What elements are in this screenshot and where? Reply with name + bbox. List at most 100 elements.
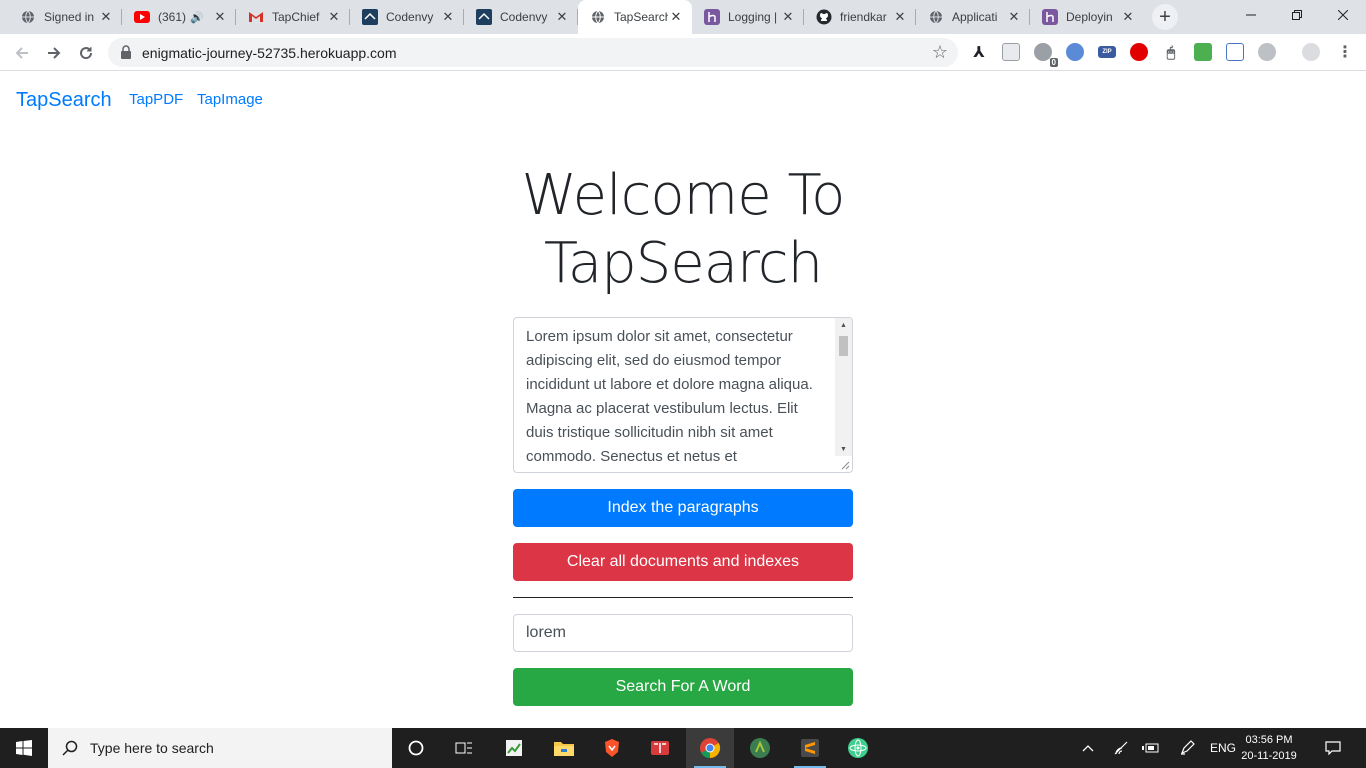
tab-codenvy-2[interactable]: Codenvy ✕ bbox=[464, 0, 578, 34]
tab-github[interactable]: friendkar ✕ bbox=[804, 0, 916, 34]
search-word-button[interactable]: Search For A Word bbox=[513, 668, 853, 706]
taskbar-atom[interactable] bbox=[834, 728, 882, 768]
chart-app-icon bbox=[506, 740, 522, 756]
language-indicator[interactable]: ENG bbox=[1206, 728, 1240, 768]
taskbar-brave[interactable] bbox=[588, 728, 636, 768]
extension-compass-icon[interactable] bbox=[1258, 43, 1276, 61]
scroll-down-icon[interactable]: ▼ bbox=[835, 442, 852, 456]
extension-tray-icon[interactable] bbox=[1194, 43, 1212, 61]
taskbar-file-explorer[interactable] bbox=[540, 728, 588, 768]
scroll-up-icon[interactable]: ▲ bbox=[835, 318, 852, 332]
close-icon[interactable]: ✕ bbox=[212, 9, 228, 25]
pen-icon[interactable] bbox=[1174, 728, 1200, 768]
book-icon bbox=[651, 741, 669, 755]
restore-button[interactable] bbox=[1274, 0, 1320, 30]
profile-avatar-icon[interactable] bbox=[1302, 43, 1320, 61]
tab-logging[interactable]: Logging | ✕ bbox=[692, 0, 804, 34]
menu-dots-icon[interactable]: ⋮ bbox=[1336, 43, 1354, 61]
tab-strip: Signed in ✕ (361) 🔊 ✕ TapChief ✕ Codenvy… bbox=[0, 0, 1366, 34]
atom-icon bbox=[848, 738, 868, 758]
paragraph-text: Lorem ipsum dolor sit amet, consectetur … bbox=[526, 328, 813, 465]
page-heading: Welcome To TapSearch bbox=[521, 163, 846, 296]
heroku-icon bbox=[1042, 9, 1058, 25]
textarea-scrollbar[interactable]: ▲ ▼ bbox=[835, 318, 852, 456]
browser-toolbar: enigmatic-journey-52735.herokuapp.com ☆ … bbox=[0, 34, 1366, 71]
forward-button[interactable] bbox=[40, 39, 68, 67]
arrow-right-icon bbox=[48, 47, 61, 59]
scroll-thumb[interactable] bbox=[839, 336, 848, 356]
cortana-button[interactable] bbox=[392, 728, 440, 768]
codenvy-icon bbox=[362, 9, 378, 25]
reload-button[interactable] bbox=[72, 39, 100, 67]
extension-a-icon[interactable]: ⅄ bbox=[970, 43, 988, 61]
back-button[interactable] bbox=[8, 39, 36, 67]
search-word-input[interactable] bbox=[513, 614, 853, 652]
speaker-icon[interactable]: 🔊 bbox=[190, 11, 204, 24]
wifi-icon[interactable] bbox=[1108, 728, 1134, 768]
tab-tapsearch[interactable]: TapSearch ✕ bbox=[578, 0, 692, 34]
gmail-icon bbox=[248, 9, 264, 25]
tab-signed-in[interactable]: Signed in ✕ bbox=[8, 0, 122, 34]
clock-date: 20-11-2019 bbox=[1241, 750, 1297, 762]
taskbar-reader[interactable] bbox=[636, 728, 684, 768]
taskbar-android-studio[interactable] bbox=[736, 728, 784, 768]
battery-icon[interactable] bbox=[1138, 728, 1164, 768]
new-tab-button[interactable]: + bbox=[1152, 4, 1178, 30]
clear-all-button[interactable]: Clear all documents and indexes bbox=[513, 543, 853, 581]
brand-link[interactable]: TapSearch bbox=[16, 89, 112, 112]
tab-tapchief[interactable]: TapChief ✕ bbox=[236, 0, 350, 34]
cortana-icon bbox=[408, 740, 424, 756]
start-button[interactable] bbox=[0, 728, 48, 768]
extension-mouse-icon[interactable]: 🖱 bbox=[1162, 43, 1180, 61]
close-icon[interactable]: ✕ bbox=[554, 9, 570, 25]
extension-help-icon[interactable]: 0 bbox=[1034, 43, 1058, 67]
extension-doc-icon[interactable] bbox=[1226, 43, 1244, 61]
close-icon[interactable]: ✕ bbox=[440, 9, 456, 25]
extension-opera-icon[interactable] bbox=[1130, 43, 1148, 61]
minimize-button[interactable] bbox=[1228, 0, 1274, 30]
tab-youtube[interactable]: (361) 🔊 ✕ bbox=[122, 0, 236, 34]
close-icon[interactable]: ✕ bbox=[1006, 9, 1022, 25]
close-icon[interactable]: ✕ bbox=[1120, 9, 1136, 25]
task-view-icon bbox=[455, 742, 472, 754]
close-icon[interactable]: ✕ bbox=[98, 9, 114, 25]
extension-zip-icon[interactable]: ZIP bbox=[1098, 46, 1116, 58]
notifications-icon[interactable] bbox=[1318, 728, 1348, 768]
tab-codenvy-1[interactable]: Codenvy ✕ bbox=[350, 0, 464, 34]
close-icon[interactable]: ✕ bbox=[326, 9, 342, 25]
tab-application[interactable]: Applicati ✕ bbox=[916, 0, 1030, 34]
reload-icon bbox=[80, 47, 93, 60]
bookmark-star-icon[interactable]: ☆ bbox=[932, 42, 948, 63]
extension-copy-icon[interactable] bbox=[1002, 43, 1020, 61]
codenvy-icon bbox=[476, 9, 492, 25]
index-paragraphs-button[interactable]: Index the paragraphs bbox=[513, 489, 853, 527]
paragraph-textarea[interactable]: Lorem ipsum dolor sit amet, consectetur … bbox=[513, 317, 853, 473]
globe-icon bbox=[590, 9, 606, 25]
close-icon[interactable]: ✕ bbox=[668, 9, 684, 25]
resize-handle-icon[interactable] bbox=[840, 460, 850, 470]
close-icon[interactable]: ✕ bbox=[892, 9, 908, 25]
close-icon[interactable]: ✕ bbox=[780, 9, 796, 25]
nav-link-tappdf[interactable]: TapPDF bbox=[129, 91, 183, 108]
restore-icon bbox=[1292, 10, 1302, 20]
taskbar-clock[interactable]: 03:56 PM 20-11-2019 bbox=[1236, 732, 1302, 764]
android-studio-icon bbox=[750, 738, 770, 758]
extension-badge: 0 bbox=[1049, 58, 1058, 67]
taskbar-search-box[interactable]: Type here to search bbox=[48, 728, 392, 768]
minimize-icon bbox=[1246, 14, 1256, 16]
brave-icon bbox=[605, 739, 619, 757]
tab-deploying[interactable]: Deployin ✕ bbox=[1030, 0, 1144, 34]
taskbar-chrome[interactable] bbox=[686, 728, 734, 768]
globe-icon bbox=[928, 9, 944, 25]
taskbar-sublime[interactable] bbox=[786, 728, 834, 768]
taskbar-chart-app[interactable] bbox=[490, 728, 538, 768]
search-icon bbox=[62, 740, 78, 756]
tray-expand-chevron-icon[interactable] bbox=[1076, 728, 1100, 768]
folder-icon bbox=[554, 742, 574, 756]
close-window-button[interactable] bbox=[1320, 0, 1366, 30]
address-bar[interactable]: enigmatic-journey-52735.herokuapp.com ☆ bbox=[108, 38, 958, 67]
extension-sphere-icon[interactable] bbox=[1066, 43, 1084, 61]
windows-logo-icon bbox=[16, 740, 32, 756]
task-view-button[interactable] bbox=[440, 728, 488, 768]
nav-link-tapimage[interactable]: TapImage bbox=[197, 91, 263, 108]
